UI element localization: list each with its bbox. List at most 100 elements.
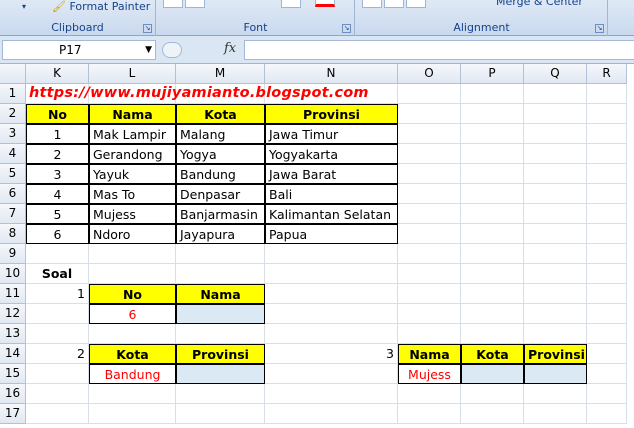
table-cell[interactable]: Jawa Timur bbox=[265, 124, 398, 144]
italic-button[interactable] bbox=[185, 0, 205, 8]
cell[interactable] bbox=[398, 204, 461, 224]
answer-header[interactable]: Nama bbox=[398, 344, 461, 364]
answer-header[interactable]: Nama bbox=[176, 284, 265, 304]
cell[interactable] bbox=[587, 224, 627, 244]
given-value-cell[interactable]: Bandung bbox=[89, 364, 176, 384]
cell[interactable] bbox=[461, 324, 524, 344]
cell[interactable] bbox=[587, 204, 627, 224]
question-number[interactable]: 1 bbox=[26, 284, 89, 304]
clipboard-options-icon[interactable]: ▾ bbox=[22, 2, 26, 11]
formula-input[interactable] bbox=[244, 40, 634, 60]
cell[interactable] bbox=[265, 304, 398, 324]
table-cell[interactable]: 2 bbox=[26, 144, 89, 164]
table-cell[interactable]: Ndoro bbox=[89, 224, 176, 244]
cell[interactable] bbox=[524, 164, 587, 184]
answer-cell[interactable] bbox=[461, 364, 524, 384]
table-cell[interactable]: Mas To bbox=[89, 184, 176, 204]
cell[interactable] bbox=[461, 84, 524, 104]
table-cell[interactable]: Bandung bbox=[176, 164, 265, 184]
cell[interactable] bbox=[89, 264, 176, 284]
cell[interactable] bbox=[89, 324, 176, 344]
cell[interactable] bbox=[587, 264, 627, 284]
table-cell[interactable]: Bali bbox=[265, 184, 398, 204]
cell[interactable] bbox=[265, 244, 398, 264]
cell[interactable] bbox=[89, 244, 176, 264]
align-right-button[interactable] bbox=[406, 0, 426, 8]
cell[interactable] bbox=[587, 284, 627, 304]
table-cell[interactable]: 6 bbox=[26, 224, 89, 244]
cell[interactable] bbox=[524, 244, 587, 264]
row-header-9[interactable]: 9 bbox=[0, 244, 26, 264]
column-header-m[interactable]: M bbox=[176, 64, 265, 84]
cell[interactable] bbox=[26, 384, 89, 404]
blog-url-text[interactable]: https://www.mujiyamianto.blogspot.com bbox=[26, 84, 461, 104]
row-header-11[interactable]: 11 bbox=[0, 284, 26, 304]
table-cell[interactable]: Kalimantan Selatan bbox=[265, 204, 398, 224]
cell[interactable] bbox=[524, 304, 587, 324]
question-number[interactable]: 3 bbox=[265, 344, 398, 364]
cell[interactable] bbox=[524, 104, 587, 124]
answer-cell[interactable] bbox=[176, 304, 265, 324]
font-launcher-icon[interactable]: ↘ bbox=[342, 24, 351, 33]
table-cell[interactable]: Papua bbox=[265, 224, 398, 244]
answer-cell[interactable] bbox=[176, 364, 265, 384]
row-header-3[interactable]: 3 bbox=[0, 124, 26, 144]
merge-center-button[interactable]: Merge & Center bbox=[496, 0, 583, 8]
cell[interactable] bbox=[398, 124, 461, 144]
cell[interactable] bbox=[26, 404, 89, 424]
name-box[interactable]: P17 ▼ bbox=[2, 40, 156, 60]
column-header-o[interactable]: O bbox=[398, 64, 461, 84]
table-cell[interactable]: Mujess bbox=[89, 204, 176, 224]
answer-header[interactable]: No bbox=[89, 284, 176, 304]
answer-cell[interactable] bbox=[524, 364, 587, 384]
cell[interactable] bbox=[587, 104, 627, 124]
cell[interactable] bbox=[26, 324, 89, 344]
table-cell[interactable]: 5 bbox=[26, 204, 89, 224]
cell[interactable] bbox=[398, 324, 461, 344]
cell[interactable] bbox=[587, 324, 627, 344]
cell[interactable] bbox=[176, 384, 265, 404]
row-header-15[interactable]: 15 bbox=[0, 364, 26, 384]
cell[interactable] bbox=[587, 244, 627, 264]
cell[interactable] bbox=[461, 104, 524, 124]
table-cell[interactable]: Yayuk bbox=[89, 164, 176, 184]
table-cell[interactable]: Malang bbox=[176, 124, 265, 144]
cell[interactable] bbox=[461, 404, 524, 424]
cell[interactable] bbox=[461, 244, 524, 264]
bold-button[interactable] bbox=[163, 0, 183, 8]
cell[interactable] bbox=[176, 404, 265, 424]
cell[interactable] bbox=[265, 384, 398, 404]
align-left-button[interactable] bbox=[362, 0, 382, 8]
row-header-13[interactable]: 13 bbox=[0, 324, 26, 344]
cell[interactable] bbox=[26, 364, 89, 384]
row-header-4[interactable]: 4 bbox=[0, 144, 26, 164]
row-header-1[interactable]: 1 bbox=[0, 84, 26, 104]
cell[interactable] bbox=[398, 224, 461, 244]
answer-header[interactable]: Provinsi bbox=[524, 344, 587, 364]
cell[interactable] bbox=[587, 404, 627, 424]
table-header[interactable]: Kota bbox=[176, 104, 265, 124]
cell[interactable] bbox=[89, 404, 176, 424]
cell[interactable] bbox=[176, 244, 265, 264]
cell[interactable] bbox=[461, 284, 524, 304]
row-header-8[interactable]: 8 bbox=[0, 224, 26, 244]
cell[interactable] bbox=[461, 264, 524, 284]
row-header-16[interactable]: 16 bbox=[0, 384, 26, 404]
cell[interactable] bbox=[398, 284, 461, 304]
cell[interactable] bbox=[265, 264, 398, 284]
cell[interactable] bbox=[398, 264, 461, 284]
table-cell[interactable]: 3 bbox=[26, 164, 89, 184]
cell[interactable] bbox=[524, 324, 587, 344]
cell[interactable] bbox=[265, 324, 398, 344]
cell[interactable] bbox=[524, 224, 587, 244]
cell[interactable] bbox=[587, 384, 627, 404]
answer-header[interactable]: Provinsi bbox=[176, 344, 265, 364]
cell[interactable] bbox=[176, 264, 265, 284]
table-cell[interactable]: Yogya bbox=[176, 144, 265, 164]
cell[interactable] bbox=[26, 304, 89, 324]
cell[interactable] bbox=[398, 384, 461, 404]
clipboard-launcher-icon[interactable]: ↘ bbox=[143, 24, 152, 33]
table-cell[interactable]: Jayapura bbox=[176, 224, 265, 244]
cell[interactable] bbox=[461, 184, 524, 204]
cell[interactable] bbox=[265, 284, 398, 304]
